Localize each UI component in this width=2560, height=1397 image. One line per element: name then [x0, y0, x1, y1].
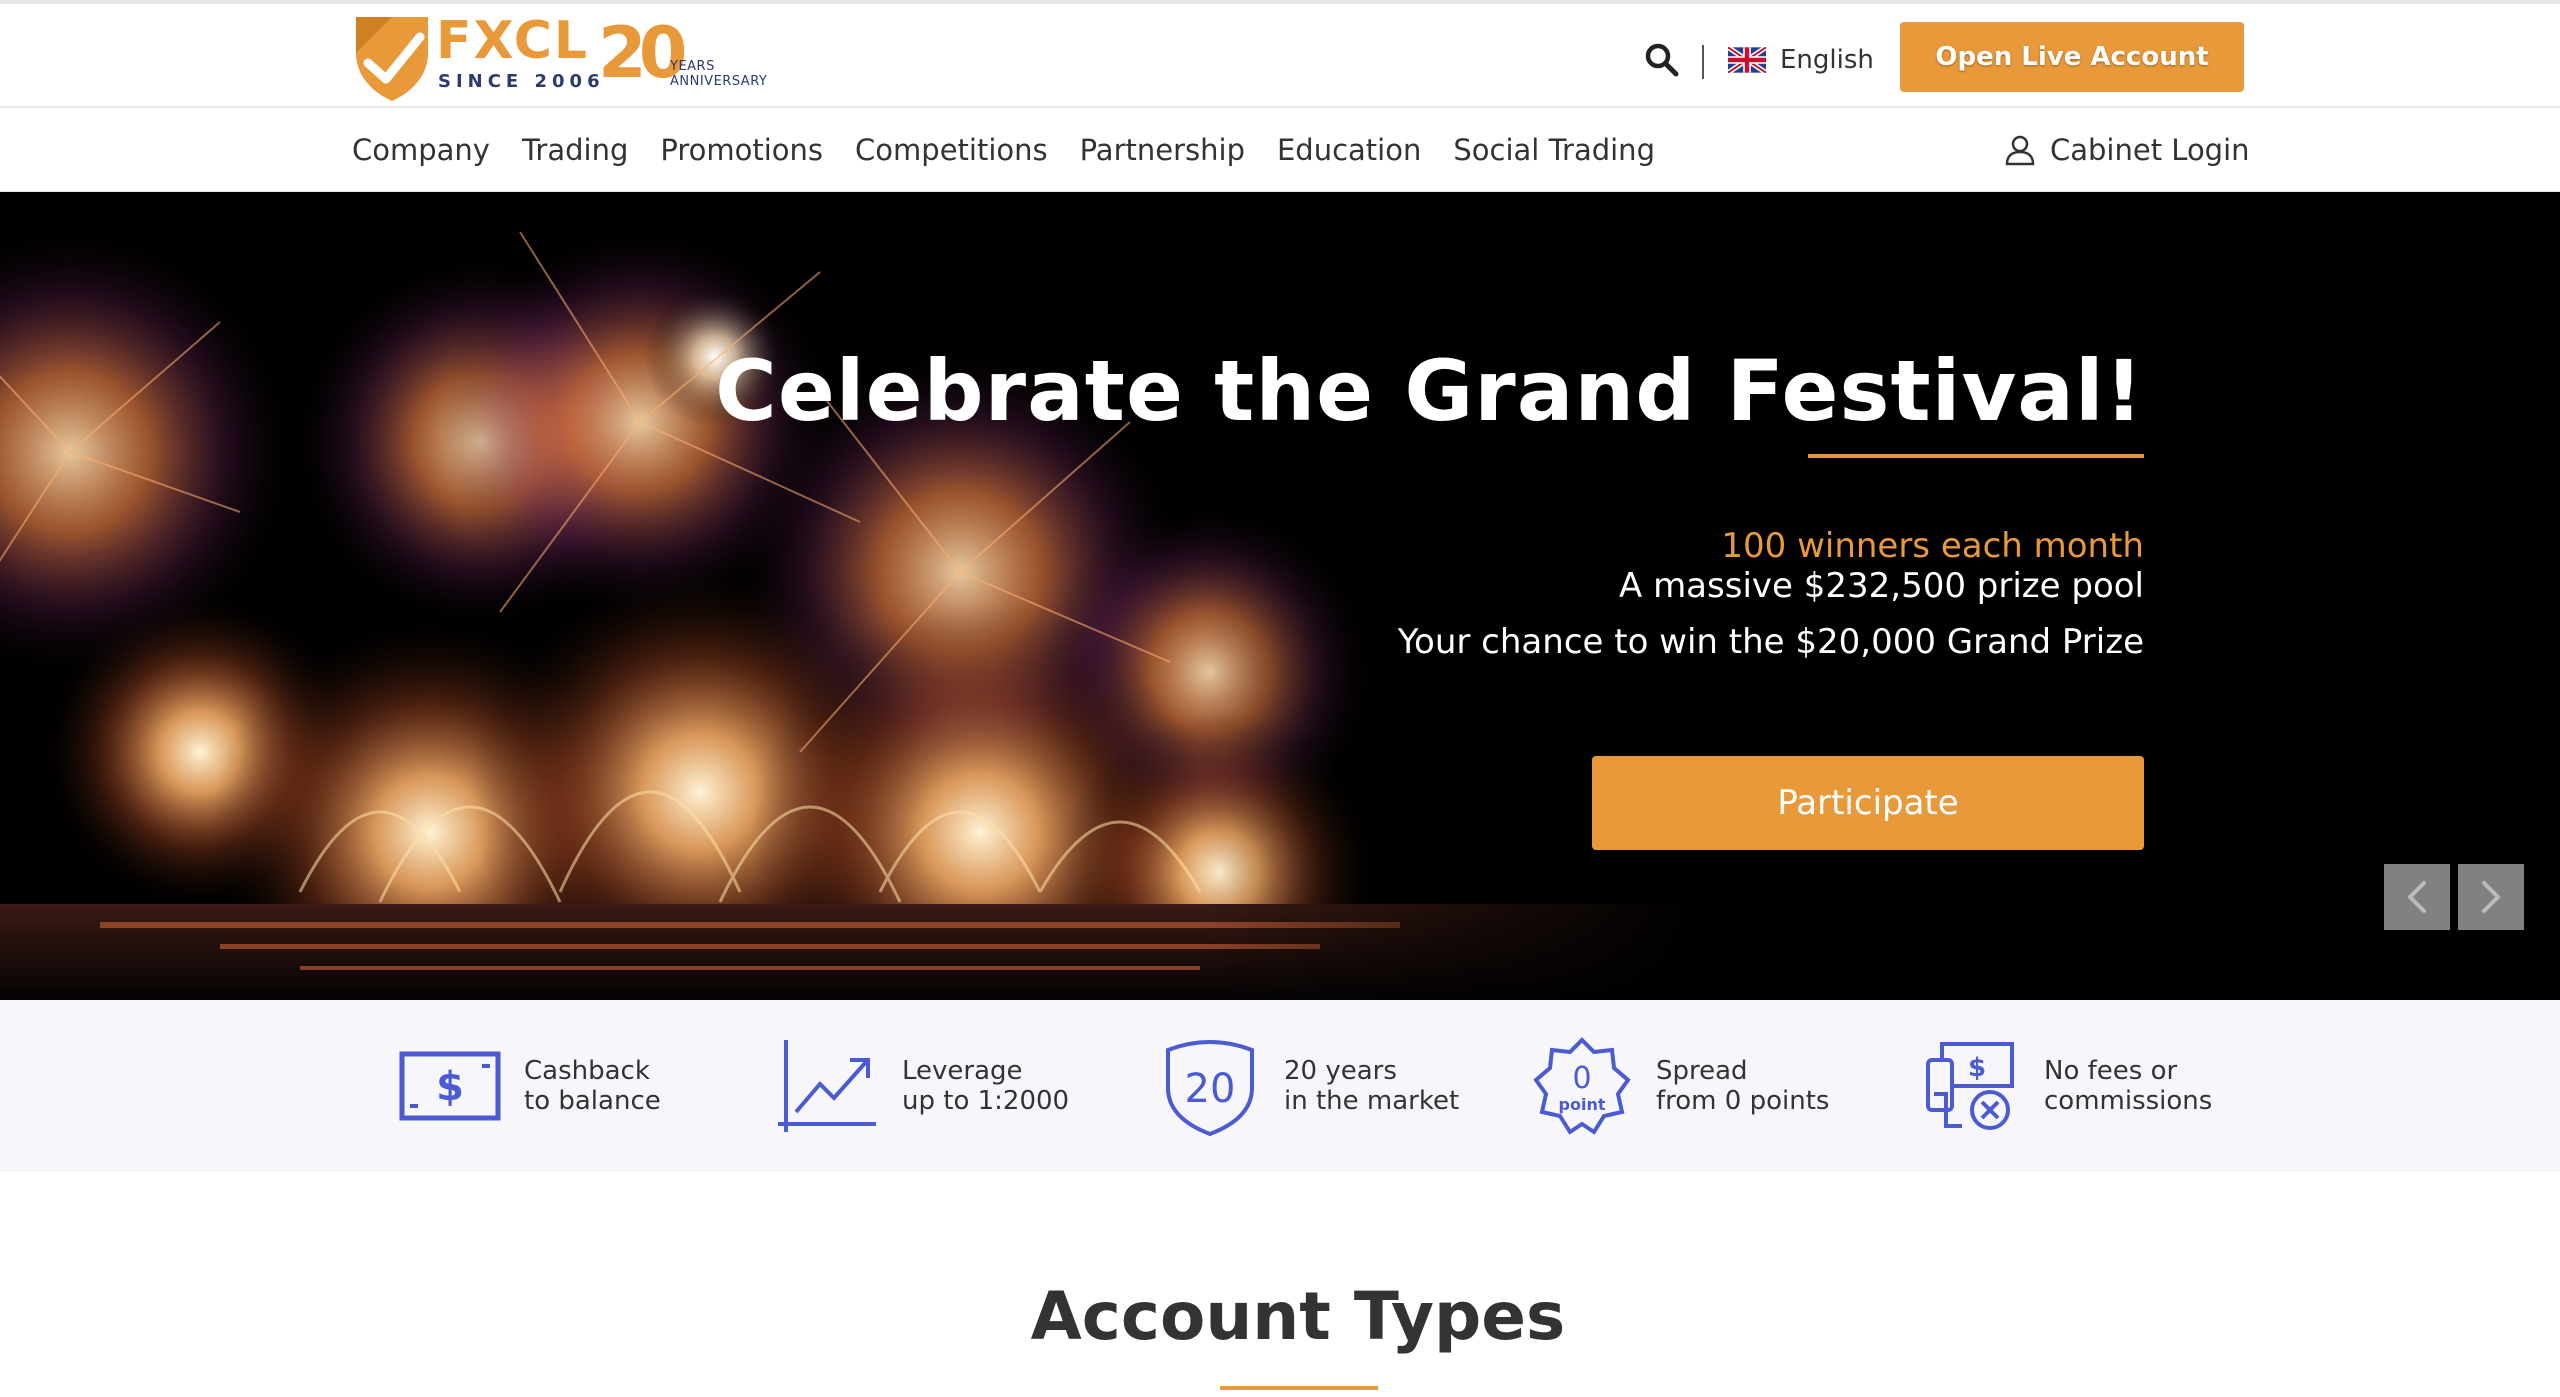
search-icon — [1645, 43, 1679, 77]
header-divider — [1702, 45, 1704, 79]
participate-button[interactable]: Participate — [1592, 756, 2144, 850]
hero-banner: Celebrate the Grand Festival! 100 winner… — [0, 192, 2560, 1000]
features-bar: $ Cashback to balance Leverage up to 1:2… — [0, 1000, 2560, 1172]
hero-grand-prize-text: Your chance to win the $20,000 Grand Pri… — [1397, 622, 2144, 662]
shield-20-icon: 20 — [1166, 1040, 1254, 1136]
hero-prize-pool-text: A massive $232,500 prize pool — [1619, 566, 2144, 606]
feature-20-years-line2: in the market — [1284, 1086, 1460, 1116]
anniversary-label: ANNIVERSARY — [670, 74, 768, 89]
feature-cashback: $ Cashback to balance — [398, 1036, 661, 1136]
site-header: FXCL SINCE 2006 20 YEARS ANNIVERSARY Eng… — [0, 4, 2560, 108]
main-nav: Company Trading Promotions Competitions … — [0, 108, 2560, 192]
fireworks-background-image — [0, 192, 2560, 1000]
shield-logo-icon — [356, 17, 428, 101]
search-button[interactable] — [1642, 40, 1682, 80]
hero-title: Celebrate the Grand Festival! — [715, 342, 2144, 440]
chevron-left-icon — [2408, 881, 2426, 913]
no-fee-icon: $ — [1926, 1042, 2014, 1130]
chevron-right-icon — [2482, 881, 2500, 913]
nav-item-company[interactable]: Company — [352, 133, 490, 167]
slider-next-button[interactable] — [2458, 864, 2524, 930]
feature-20-years-text: 20 years in the market — [1284, 1056, 1459, 1116]
feature-spread-line2: from 0 points — [1656, 1086, 1830, 1116]
feature-no-fees-line2: commissions — [2044, 1086, 2213, 1116]
nav-menu: Company Trading Promotions Competitions … — [352, 108, 1687, 192]
feature-cashback-line2: to balance — [524, 1086, 661, 1116]
open-live-account-button[interactable]: Open Live Account — [1900, 22, 2244, 92]
account-types-underline — [1220, 1386, 1378, 1390]
nav-item-education[interactable]: Education — [1277, 133, 1421, 167]
svg-text:point: point — [1559, 1095, 1606, 1114]
svg-text:$: $ — [1968, 1053, 1986, 1083]
feature-cashback-line1: Cashback — [524, 1056, 650, 1086]
cabinet-login-label: Cabinet Login — [2050, 133, 2250, 167]
svg-text:0: 0 — [1572, 1061, 1591, 1096]
anniversary-years: YEARS — [670, 59, 715, 74]
nav-item-partnership[interactable]: Partnership — [1080, 133, 1245, 167]
language-selector[interactable]: English — [1728, 38, 1874, 82]
nav-item-social-trading[interactable]: Social Trading — [1453, 133, 1655, 167]
feature-spread-text: Spread from 0 points — [1656, 1056, 1829, 1116]
account-types-title: Account Types — [1030, 1278, 1566, 1355]
hero-winners-text: 100 winners each month — [1721, 526, 2144, 566]
feature-leverage-text: Leverage up to 1:2000 — [902, 1056, 1069, 1116]
feature-20-years: 20 20 years in the market — [1158, 1036, 1459, 1136]
hero-title-underline — [1808, 454, 2144, 458]
feature-spread: 0 point Spread from 0 points — [1530, 1036, 1829, 1136]
feature-no-fees-line1: No fees or — [2044, 1056, 2178, 1086]
language-label: English — [1780, 45, 1874, 75]
feature-leverage-line1: Leverage — [902, 1056, 1023, 1086]
slider-prev-button[interactable] — [2384, 864, 2450, 930]
feature-spread-line1: Spread — [1656, 1056, 1748, 1086]
anniversary-text: YEARS ANNIVERSARY — [670, 59, 767, 89]
svg-text:$: $ — [436, 1064, 464, 1110]
svg-text:20: 20 — [1185, 1066, 1236, 1112]
nav-item-trading[interactable]: Trading — [522, 133, 628, 167]
anniversary-number: 20 — [598, 12, 687, 94]
nav-item-promotions[interactable]: Promotions — [660, 133, 823, 167]
nav-item-competitions[interactable]: Competitions — [855, 133, 1048, 167]
feature-no-fees: $ No fees or commissions — [1918, 1036, 2212, 1136]
feature-cashback-text: Cashback to balance — [524, 1056, 661, 1116]
feature-20-years-line1: 20 years — [1284, 1056, 1397, 1086]
brand-name: FXCL — [436, 11, 590, 71]
dollar-bill-icon: $ — [399, 1051, 501, 1121]
fxcl-logo[interactable]: FXCL SINCE 2006 20 YEARS ANNIVERSARY — [352, 11, 772, 105]
uk-flag-icon — [1728, 47, 1766, 73]
cabinet-login-link[interactable]: Cabinet Login — [2004, 128, 2250, 172]
trend-chart-icon — [778, 1040, 876, 1132]
feature-no-fees-text: No fees or commissions — [2044, 1056, 2212, 1116]
zero-point-badge-icon: 0 point — [1533, 1037, 1631, 1135]
feature-leverage-line2: up to 1:2000 — [902, 1086, 1070, 1116]
brand-since: SINCE 2006 — [438, 71, 605, 92]
feature-leverage: Leverage up to 1:2000 — [776, 1036, 1069, 1136]
user-icon — [2005, 135, 2035, 166]
